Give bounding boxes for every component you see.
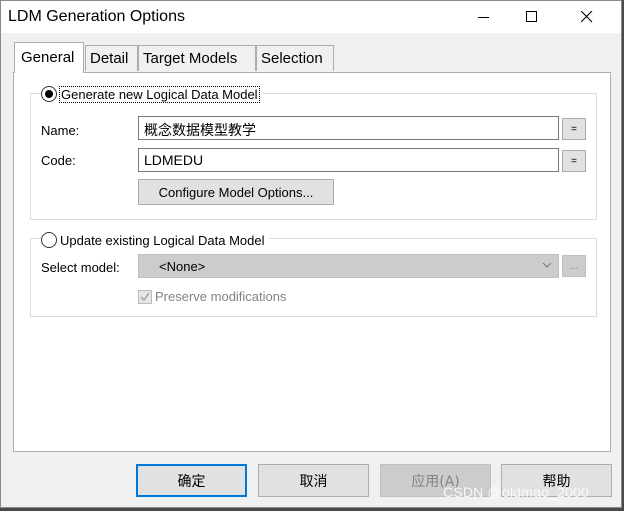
select-model-dropdown[interactable]: <None>	[138, 254, 559, 278]
code-label: Code:	[41, 153, 76, 168]
close-button[interactable]	[564, 1, 610, 33]
general-tab-panel: Generate new Logical Data Model Name: 概念…	[13, 72, 611, 452]
browse-model-button[interactable]: ...	[562, 255, 586, 277]
tab-selection[interactable]: Selection	[256, 45, 334, 71]
tab-general[interactable]: General	[14, 42, 84, 73]
cancel-button[interactable]: 取消	[258, 464, 369, 497]
code-equals-button[interactable]: =	[562, 150, 586, 172]
minimize-icon	[478, 17, 489, 18]
tab-detail-label: Detail	[90, 50, 129, 67]
window-title: LDM Generation Options	[8, 8, 185, 25]
tab-target-models[interactable]: Target Models	[138, 45, 256, 71]
maximize-icon	[526, 11, 537, 22]
name-label: Name:	[41, 123, 80, 138]
watermark-text: CSDN @oldmao_2000	[443, 484, 590, 500]
update-existing-radio[interactable]: Update existing Logical Data Model	[41, 232, 269, 248]
tab-target-models-label: Target Models	[143, 50, 238, 67]
radio-selected-icon	[41, 86, 57, 102]
ldm-generation-options-dialog: LDM Generation Options General Detail Ta…	[0, 0, 622, 508]
select-model-label: Select model:	[41, 260, 120, 275]
title-bar: LDM Generation Options	[1, 1, 621, 33]
tab-detail[interactable]: Detail	[85, 45, 138, 71]
preserve-modifications-label: Preserve modifications	[155, 289, 287, 304]
code-field[interactable]: LDMEDU	[138, 148, 559, 172]
name-equals-button[interactable]: =	[562, 118, 586, 140]
tab-selection-label: Selection	[261, 50, 323, 67]
generate-new-radio[interactable]: Generate new Logical Data Model	[41, 85, 263, 103]
checkmark-icon	[138, 289, 152, 304]
update-existing-label: Update existing Logical Data Model	[60, 232, 265, 248]
select-model-value: <None>	[159, 259, 206, 274]
radio-unselected-icon	[41, 232, 57, 248]
tab-general-label: General	[21, 49, 75, 66]
name-field[interactable]: 概念数据模型教学	[138, 116, 559, 140]
ok-button[interactable]: 确定	[136, 464, 247, 497]
minimize-button[interactable]	[461, 1, 507, 33]
maximize-button[interactable]	[509, 1, 555, 33]
close-icon	[581, 11, 593, 23]
configure-model-options-button[interactable]: Configure Model Options...	[138, 179, 334, 205]
preserve-modifications-checkbox[interactable]: Preserve modifications	[138, 289, 287, 304]
chevron-down-icon	[542, 262, 552, 268]
generate-new-label: Generate new Logical Data Model	[59, 85, 260, 103]
